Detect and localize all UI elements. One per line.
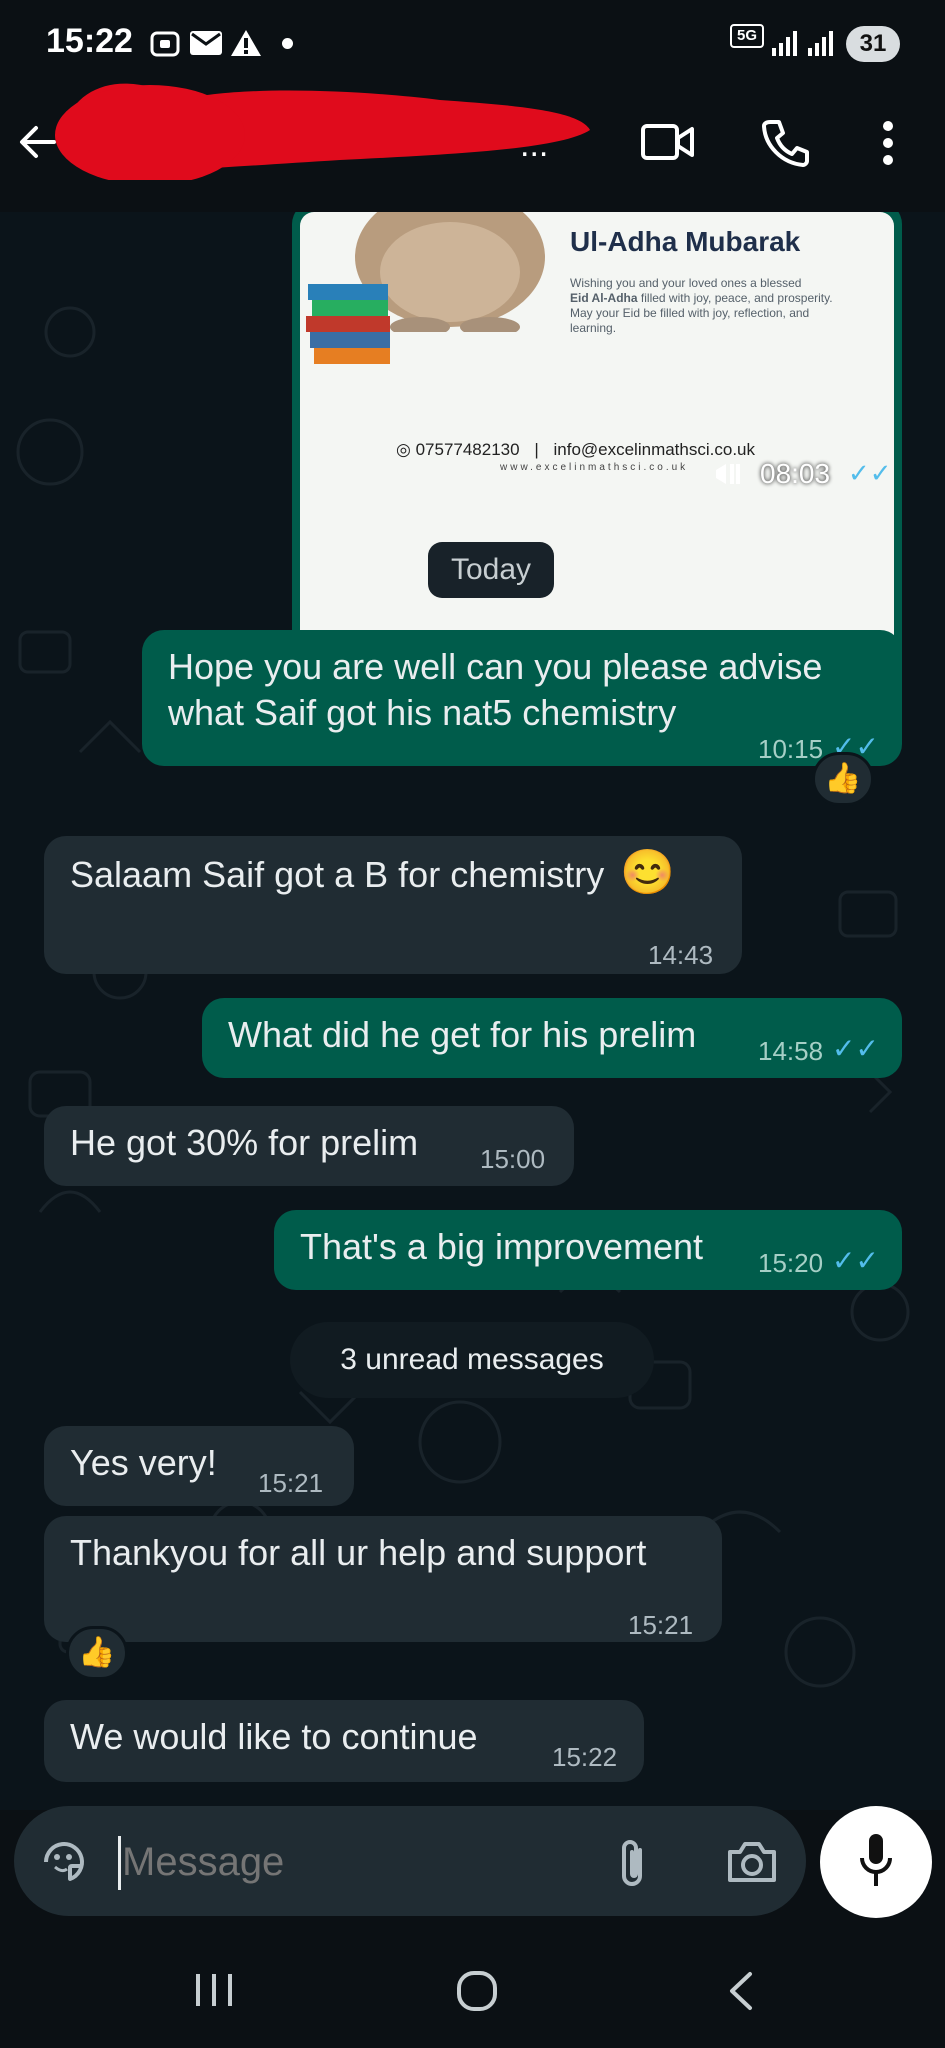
more-options-icon[interactable] — [880, 120, 896, 166]
system-navigation-bar — [0, 1920, 945, 2048]
message-bubble-outgoing[interactable]: That's a big improvement 15:20 ✓✓ — [274, 1210, 902, 1290]
image-greeting-bold: Eid Al-Adha — [570, 291, 638, 305]
image-greeting-line3: May your Eid be filled with joy, reflect… — [570, 306, 810, 320]
image-message-time: 08:03 — [760, 458, 831, 489]
message-time: 14:43 — [648, 940, 714, 970]
message-bubble-incoming[interactable]: Thankyou for all ur help and support 15:… — [44, 1516, 722, 1642]
image-greeting-line2: filled with joy, peace, and prosperity. — [640, 291, 833, 305]
reaction-thumbs-up[interactable]: 👍 — [66, 1626, 128, 1680]
message-bubble-outgoing[interactable]: What did he get for his prelim 14:58 ✓✓ — [202, 998, 902, 1078]
message-time: 15:21 — [258, 1468, 324, 1498]
message-bubble-incoming[interactable]: He got 30% for prelim 15:00 — [44, 1106, 574, 1186]
status-time: 15:22 — [46, 22, 133, 60]
chat-area[interactable]: Ul-Adha Mubarak Wishing you and your lov… — [0, 212, 945, 1810]
microphone-icon — [860, 1834, 892, 1886]
network-type: 5G — [730, 24, 764, 48]
whatsapp-small-icon: ◎ — [396, 440, 411, 459]
read-ticks-icon: ✓✓ — [832, 1245, 879, 1276]
message-input[interactable] — [120, 1830, 604, 1894]
voice-message-button[interactable] — [820, 1806, 932, 1918]
mail-icon — [190, 31, 222, 55]
message-time: 14:58 — [758, 1036, 824, 1066]
recent-apps-icon[interactable] — [194, 1972, 234, 2008]
signal-icon — [772, 31, 833, 56]
image-email: info@excelinmathsci.co.uk — [553, 440, 755, 459]
message-text: What did he get for his prelim — [228, 1014, 697, 1055]
image-phone: 07577482130 — [415, 440, 520, 459]
image-website: www.excelinmathsci.co.uk — [500, 462, 689, 473]
home-icon[interactable] — [456, 1970, 498, 2012]
message-bubble-incoming[interactable]: Yes very! 15:21 — [44, 1426, 354, 1506]
image-greeting-line1: Wishing you and your loved ones a blesse… — [570, 276, 802, 290]
attach-paperclip-icon[interactable] — [618, 1836, 648, 1890]
image-greeting-line4: learning. — [570, 321, 617, 335]
reaction-thumbs-up[interactable]: 👍 — [812, 752, 874, 806]
books-illustration — [306, 284, 390, 364]
dot-icon — [282, 38, 293, 49]
message-text: That's a big improvement — [300, 1226, 704, 1267]
message-bubble-incoming[interactable]: Salaam Saif got a B for chemistry 😊 14:4… — [44, 836, 742, 974]
warning-icon — [231, 30, 261, 56]
voice-call-icon[interactable] — [760, 118, 810, 168]
unread-messages-divider: 3 unread messages — [290, 1322, 654, 1398]
message-text: Yes very! — [70, 1442, 217, 1483]
image-title: Ul-Adha Mubarak — [570, 226, 801, 257]
message-bubble-outgoing[interactable]: Hope you are well can you please advise … — [142, 630, 902, 766]
message-time: 15:00 — [480, 1144, 546, 1174]
message-text: We would like to continue — [70, 1716, 478, 1757]
message-text-line1: Hope you are well can you please advise — [168, 646, 823, 687]
read-ticks-icon: ✓✓ — [832, 1033, 879, 1064]
message-time: 15:21 — [628, 1610, 694, 1640]
message-text: He got 30% for prelim — [70, 1122, 419, 1163]
smile-emoji: 😊 — [620, 848, 676, 897]
message-time: 15:22 — [552, 1742, 618, 1772]
camera-icon[interactable] — [726, 1840, 778, 1884]
redaction-scribble — [55, 83, 590, 180]
image-shade-icon — [716, 464, 740, 484]
back-nav-icon[interactable] — [726, 1970, 756, 2012]
message-time: 10:15 — [758, 734, 824, 764]
message-time: 15:20 — [758, 1248, 824, 1278]
date-divider: Today — [428, 542, 554, 598]
message-bubble-incoming[interactable]: We would like to continue 15:22 — [44, 1700, 644, 1782]
video-call-icon[interactable] — [640, 120, 696, 164]
message-text: Salaam Saif got a B for chemistry — [70, 854, 605, 895]
sticker-icon[interactable] — [40, 1838, 88, 1886]
image-read-ticks: ✓✓ — [848, 458, 892, 488]
message-composer[interactable] — [14, 1806, 806, 1916]
message-text: Thankyou for all ur help and support — [70, 1532, 647, 1573]
screenshot-icon — [150, 31, 180, 57]
image-separator: | — [534, 440, 539, 459]
battery-indicator: 31 — [846, 26, 900, 62]
